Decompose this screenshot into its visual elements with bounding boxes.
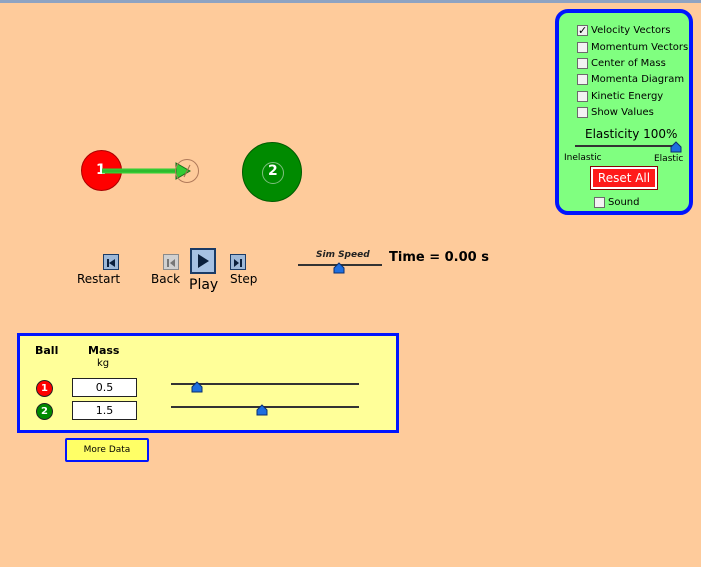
restart-button[interactable] [103,254,119,270]
restart-icon [107,259,115,267]
elasticity-slider-thumb[interactable] [670,141,682,153]
step-forward-icon [234,259,242,267]
step-label: Step [230,272,258,286]
ball-2-label: 2 [268,163,278,179]
mass-column-header: Mass [88,344,120,357]
ball-1-mass-slider-thumb[interactable] [191,381,203,393]
velocity-vectors-checkbox[interactable]: ✓ [577,24,588,36]
reset-all-button[interactable]: Reset All [591,167,657,189]
momenta-diagram-option[interactable]: Momenta Diagram [577,72,684,86]
play-icon [198,254,209,268]
more-data-button[interactable]: More Data [65,438,149,462]
elastic-label: Elastic [654,154,684,164]
velocity-vectors-option[interactable]: ✓ Velocity Vectors [577,23,670,37]
sim-speed-label: Sim Speed [316,250,370,260]
back-label: Back [151,272,181,286]
velocity-handle-dial[interactable] [175,159,199,183]
momentum-vectors-checkbox[interactable] [577,41,588,53]
dial-needle-icon [183,164,191,178]
center-of-mass-checkbox[interactable] [577,57,588,69]
momentum-vectors-option[interactable]: Momentum Vectors [577,40,688,54]
velocity-vectors-label: Velocity Vectors [591,24,671,36]
play-label: Play [189,277,219,293]
momentum-vectors-label: Momentum Vectors [591,41,689,53]
play-button[interactable] [190,248,216,274]
row-2-ball-icon: 2 [36,403,53,420]
center-of-mass-label: Center of Mass [591,57,666,69]
sound-option[interactable]: Sound [594,195,640,209]
back-button[interactable] [163,254,179,270]
center-of-mass-option[interactable]: Center of Mass [577,56,666,70]
ball-2-mass-input[interactable] [72,401,137,420]
momenta-diagram-checkbox[interactable] [577,73,588,85]
sim-speed-slider-thumb[interactable] [333,262,345,274]
time-readout: Time = 0.00 s [389,250,489,265]
sound-label: Sound [608,196,640,208]
momenta-diagram-label: Momenta Diagram [591,73,685,85]
mass-data-panel: Ball Mass kg 1 2 [17,333,399,433]
sound-checkbox[interactable] [594,196,605,208]
control-panel: ✓ Velocity Vectors Momentum Vectors Cent… [555,9,693,215]
step-button[interactable] [230,254,246,270]
window-top-edge [0,0,701,3]
ball-2[interactable]: 2 [242,142,302,202]
mass-unit-label: kg [97,358,110,369]
row-1-ball-icon: 1 [36,380,53,397]
restart-label: Restart [77,272,121,286]
show-values-label: Show Values [591,106,654,118]
kinetic-energy-option[interactable]: Kinetic Energy [577,89,663,103]
kinetic-energy-checkbox[interactable] [577,90,588,102]
show-values-option[interactable]: Show Values [577,105,654,119]
ball-column-header: Ball [35,344,59,357]
elasticity-slider-track[interactable] [575,145,679,147]
ball-1-mass-input[interactable] [72,378,137,397]
elasticity-label: Elasticity 100% [585,127,678,141]
inelastic-label: Inelastic [564,153,602,163]
ball-2-mass-slider-thumb[interactable] [256,404,268,416]
step-back-icon [167,259,175,267]
show-values-checkbox[interactable] [577,106,588,118]
kinetic-energy-label: Kinetic Energy [591,90,664,102]
